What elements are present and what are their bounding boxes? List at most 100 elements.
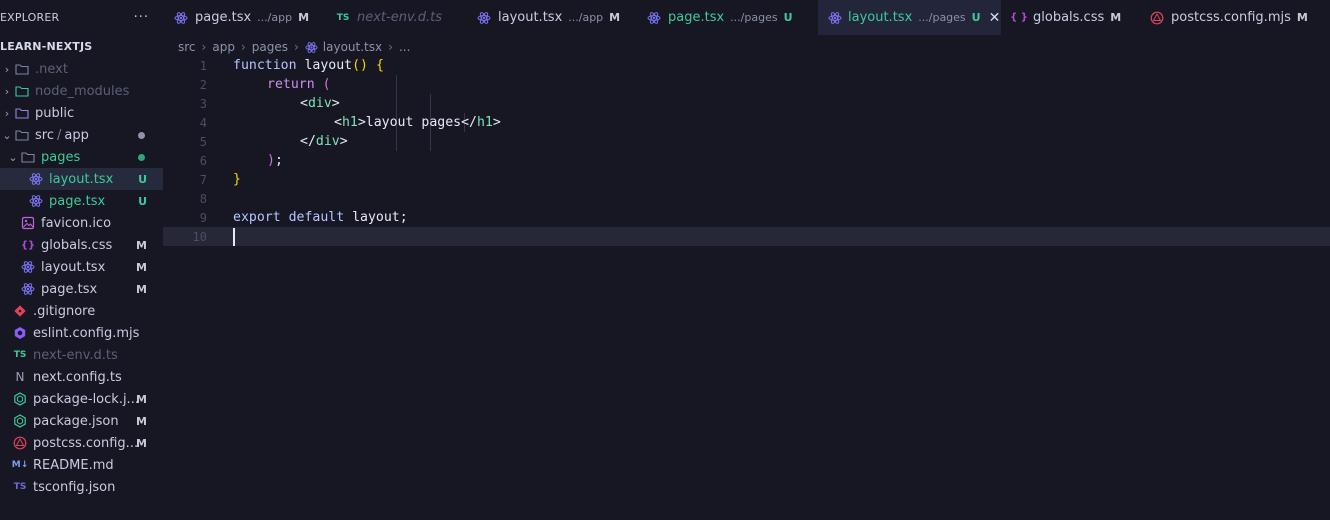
tab-pages-layout-tsx[interactable]: layout.tsx .../pages U ✕ xyxy=(818,0,1001,35)
line-number: 10 xyxy=(192,229,207,244)
tree-item-label: layout.tsx xyxy=(49,171,114,187)
text-cursor xyxy=(233,227,235,246)
git-status-badge: M xyxy=(1110,11,1122,24)
file-tree: › .next › node_modules › public ⌄ src / … xyxy=(0,58,163,498)
tab-path: .../app xyxy=(568,11,604,24)
tab-next-env[interactable]: TS next-env.d.ts xyxy=(325,0,466,35)
code-text: <h1>layout pages</h1> xyxy=(334,115,501,130)
tab-app-page-tsx[interactable]: page.tsx .../app M xyxy=(163,0,325,35)
explorer-header: EXPLORER ··· xyxy=(0,0,163,35)
tree-item-app-page-tsx[interactable]: page.tsx M xyxy=(0,278,163,300)
breadcrumb-item[interactable]: src xyxy=(178,40,196,54)
tree-item-readme[interactable]: M↓ README.md xyxy=(0,454,163,476)
path-segment-app: app xyxy=(64,127,89,143)
tree-item-postcss-config[interactable]: postcss.config... M xyxy=(0,432,163,454)
tab-globals-css[interactable]: { } globals.css M xyxy=(1001,0,1139,35)
chevron-right-icon: › xyxy=(201,40,207,54)
postcss-icon xyxy=(12,435,28,451)
tab-label: globals.css xyxy=(1033,10,1105,25)
tab-label: layout.tsx xyxy=(498,10,563,25)
folder-icon xyxy=(14,61,30,77)
tree-item-pages-folder[interactable]: ⌄ pages xyxy=(0,146,163,168)
git-status-badge: M xyxy=(136,260,147,274)
line-number: 2 xyxy=(199,77,207,92)
git-status-badge: U xyxy=(783,11,793,24)
path-segment-src: src xyxy=(35,127,54,143)
react-icon xyxy=(305,41,318,54)
code-line-8: 8 xyxy=(163,189,1330,208)
modified-dot xyxy=(138,131,145,139)
react-icon xyxy=(28,171,44,187)
editor-tabs: page.tsx .../app M TS next-env.d.ts layo… xyxy=(163,0,1330,35)
git-status-badge: U xyxy=(971,11,981,24)
breadcrumb-item[interactable]: ... xyxy=(399,40,410,54)
line-number: 5 xyxy=(199,134,207,149)
breadcrumb-item[interactable]: layout.tsx xyxy=(323,40,382,54)
tab-app-layout-tsx[interactable]: layout.tsx .../app M xyxy=(466,0,636,35)
line-number: 7 xyxy=(199,172,207,187)
tree-item-label: public xyxy=(35,105,75,121)
breadcrumb-item[interactable]: app xyxy=(212,40,235,54)
tree-item-node-modules-folder[interactable]: › node_modules xyxy=(0,80,163,102)
tree-item-gitignore[interactable]: .gitignore xyxy=(0,300,163,322)
folder-open-icon xyxy=(20,149,36,165)
git-status-badge: U xyxy=(138,172,147,186)
tree-item-public-folder[interactable]: › public xyxy=(0,102,163,124)
tsconfig-icon: TS xyxy=(13,482,27,492)
postcss-icon xyxy=(1149,10,1165,26)
git-status-badge: M xyxy=(136,282,147,296)
tab-label: layout.tsx xyxy=(848,10,913,25)
untracked-dot xyxy=(138,153,145,161)
tree-item-src-app-folder[interactable]: ⌄ src / app xyxy=(0,124,163,146)
tree-item-favicon[interactable]: favicon.ico xyxy=(0,212,163,234)
chevron-right-icon: › xyxy=(388,40,393,54)
tab-postcss-config[interactable]: postcss.config.mjs M xyxy=(1139,0,1329,35)
line-number: 6 xyxy=(199,153,207,168)
line-number: 4 xyxy=(199,115,207,130)
code-editor[interactable]: 1 function layout() { 2 return ( 3 <div>… xyxy=(163,56,1330,520)
tree-item-next-folder[interactable]: › .next xyxy=(0,58,163,80)
folder-open-icon xyxy=(14,127,30,143)
close-icon[interactable]: ✕ xyxy=(989,10,1001,26)
tree-item-label: next.config.ts xyxy=(33,369,122,385)
tree-item-eslint-config[interactable]: eslint.config.mjs xyxy=(0,322,163,344)
tree-item-app-layout-tsx[interactable]: layout.tsx M xyxy=(0,256,163,278)
tab-pages-page-tsx[interactable]: page.tsx .../pages U xyxy=(636,0,818,35)
line-number: 9 xyxy=(199,210,207,225)
workspace-root-label: LEARN-NEXTJS xyxy=(0,39,93,53)
tree-item-globals-css[interactable]: {} globals.css M xyxy=(0,234,163,256)
tab-path: .../app xyxy=(257,11,293,24)
tree-item-next-config[interactable]: N next.config.ts xyxy=(0,366,163,388)
tree-item-next-env[interactable]: TS next-env.d.ts xyxy=(0,344,163,366)
workspace-root[interactable]: LEARN-NEXTJS xyxy=(0,35,163,57)
tree-item-label: .gitignore xyxy=(33,303,96,319)
git-status-badge: M xyxy=(136,436,147,450)
chevron-right-icon: › xyxy=(240,40,246,54)
markdown-icon: M↓ xyxy=(11,460,29,470)
line-number: 3 xyxy=(199,96,207,111)
tree-item-pages-layout-tsx[interactable]: layout.tsx U xyxy=(0,168,163,190)
tree-item-label: next-env.d.ts xyxy=(33,347,118,363)
tree-item-label: layout.tsx xyxy=(41,259,106,275)
tree-item-package-lock[interactable]: package-lock.j... M xyxy=(0,388,163,410)
code-text: return ( xyxy=(267,77,331,92)
breadcrumb-item[interactable]: pages xyxy=(252,40,288,54)
code-text: function layout() { xyxy=(233,58,384,73)
tab-path: .../pages xyxy=(918,11,966,24)
chevron-down-icon: ⌄ xyxy=(2,128,12,142)
folder-icon xyxy=(14,83,30,99)
git-status-badge: M xyxy=(1296,11,1308,24)
chevron-right-icon: › xyxy=(4,62,10,76)
more-actions-button[interactable]: ··· xyxy=(134,10,149,25)
tree-item-tsconfig[interactable]: TS tsconfig.json xyxy=(0,476,163,498)
code-line-10: 10 xyxy=(163,227,1330,246)
tree-item-label: page.tsx xyxy=(41,281,98,297)
tree-item-package-json[interactable]: package.json M xyxy=(0,410,163,432)
tree-item-label: .next xyxy=(35,61,68,77)
tree-item-label: package.json xyxy=(33,413,119,429)
code-line-5: 5 </div> xyxy=(163,132,1330,151)
tree-item-label: eslint.config.mjs xyxy=(33,325,140,341)
tree-item-pages-page-tsx[interactable]: page.tsx U xyxy=(0,190,163,212)
git-status-badge: M xyxy=(136,238,147,252)
image-icon xyxy=(20,215,36,231)
